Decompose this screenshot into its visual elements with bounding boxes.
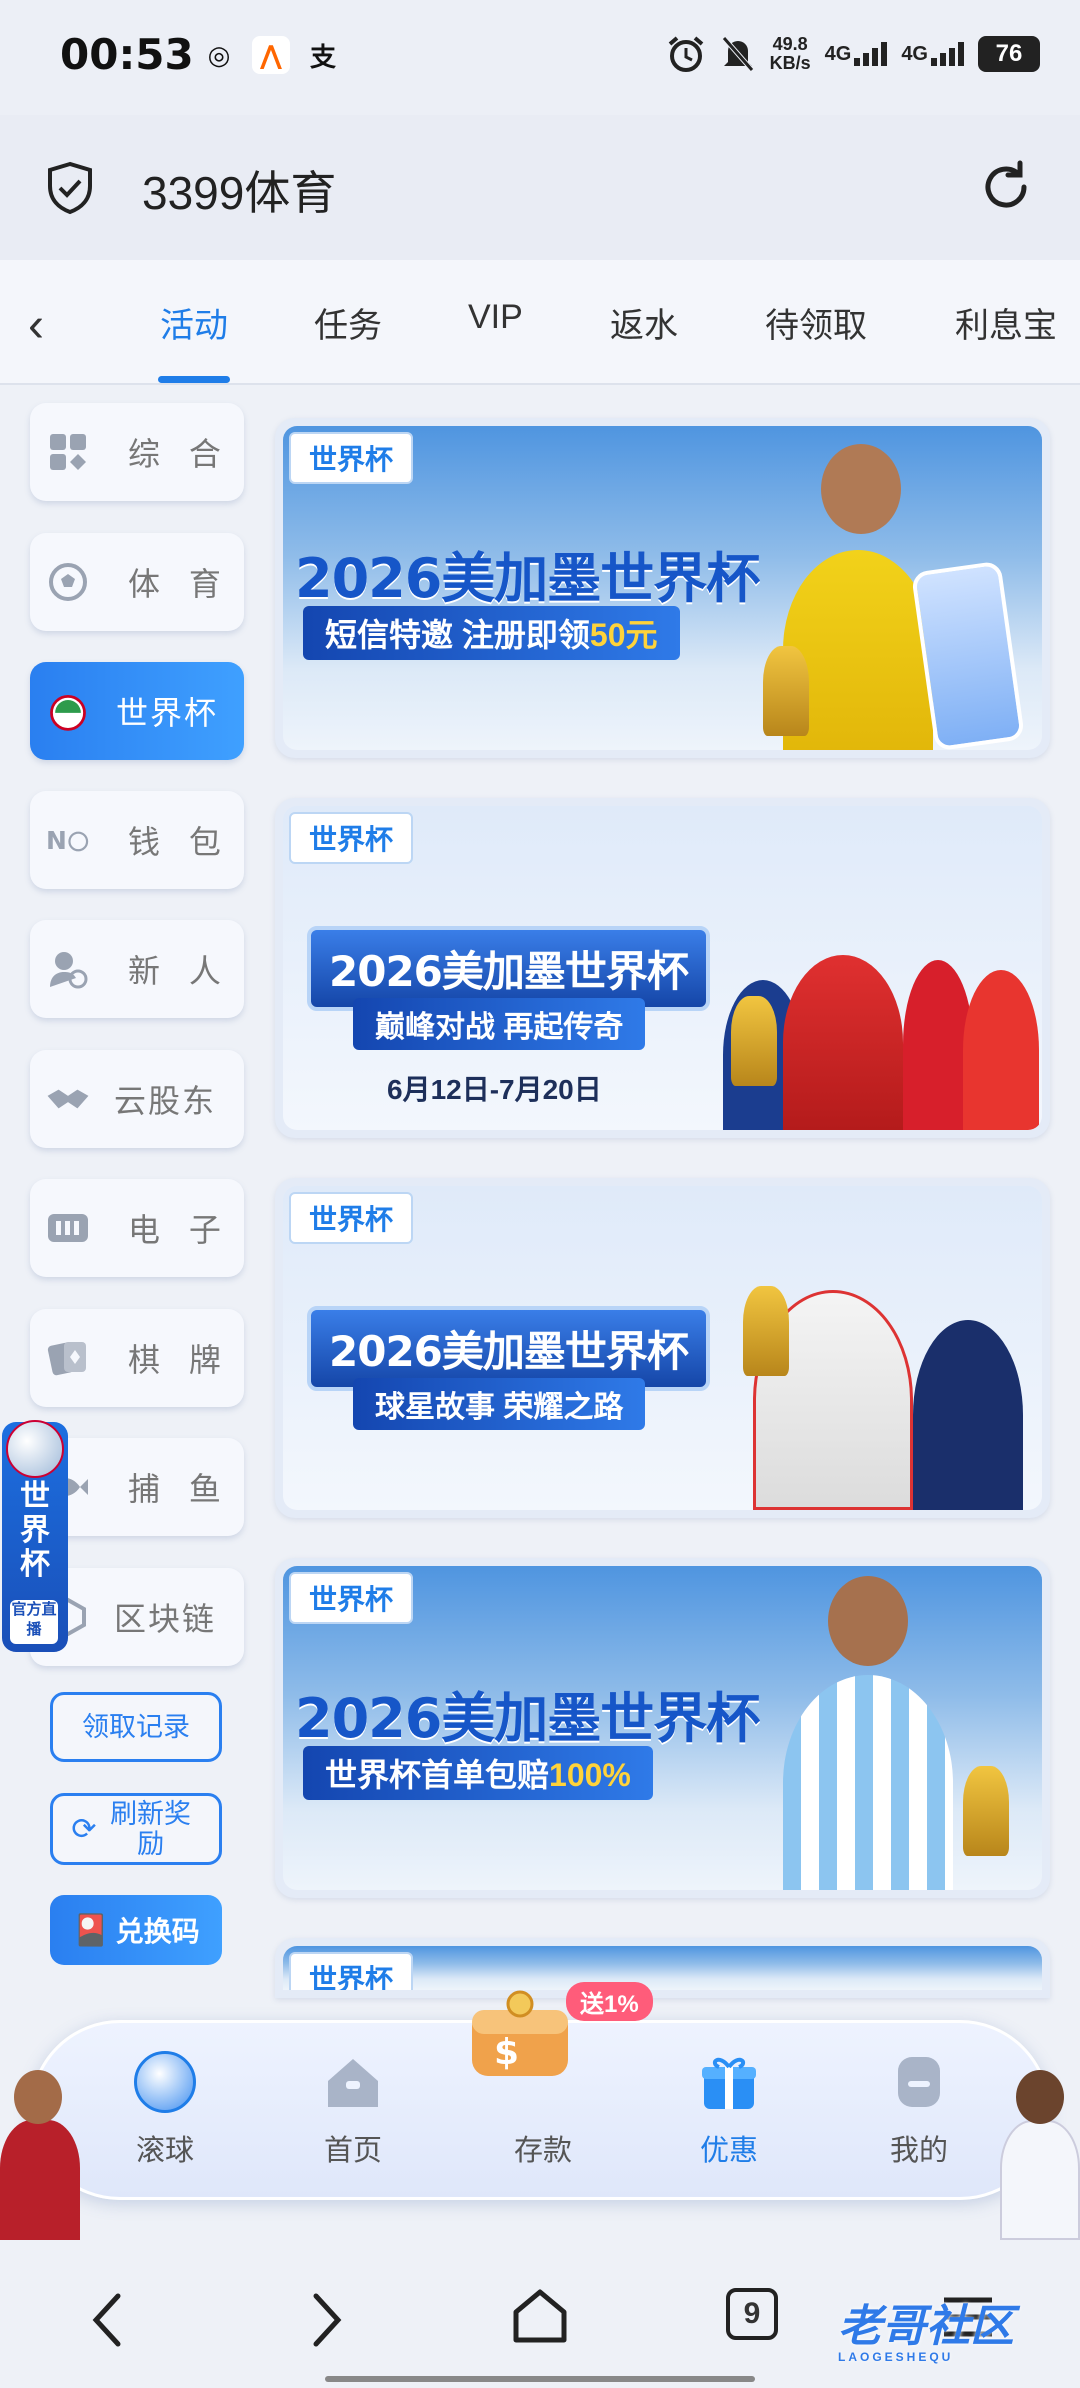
world-cup-icon — [46, 689, 90, 733]
trophy-icon — [763, 646, 809, 736]
notification-icons: ◎ ⋀ 支 — [200, 36, 342, 74]
banner-tag: 世界杯 — [289, 1572, 414, 1624]
home-icon[interactable] — [510, 2286, 570, 2346]
tab-pending[interactable]: 待领取 — [765, 298, 867, 347]
app-header: 3399体育 — [0, 115, 1080, 260]
promo-banner[interactable]: 世界杯 — [275, 1938, 1050, 1998]
app-notification-icon: ⋀ — [252, 36, 290, 74]
player-image — [913, 1320, 1023, 1510]
refresh-icon[interactable] — [976, 157, 1036, 217]
status-bar: 00:53 ◎ ⋀ 支 49.8 KB/s 4G 4G 76 — [0, 0, 1080, 115]
player-image — [783, 955, 903, 1130]
nav-profile[interactable]: 我的 — [849, 2051, 989, 2169]
player-image — [963, 970, 1039, 1130]
trophy-icon — [731, 996, 777, 1086]
wallet-deposit-icon[interactable]: $ — [460, 1990, 580, 2082]
playing-cards-icon — [46, 1336, 90, 1380]
player-image — [992, 2070, 1080, 2240]
mute-bell-icon — [721, 36, 754, 72]
tab-vip[interactable]: VIP — [468, 298, 523, 337]
category-electronic[interactable]: 电 子 — [30, 1179, 244, 1277]
back-icon[interactable] — [88, 2290, 128, 2350]
status-time: 00:53 — [60, 30, 194, 79]
event-date: 6月12日-7月20日 — [387, 1074, 602, 1105]
forward-icon[interactable] — [306, 2290, 346, 2350]
banner-title: 2026美加墨世界杯 — [295, 547, 760, 610]
app-notification-icon: 支 — [309, 41, 336, 72]
promo-banner[interactable]: 世界杯 2026美加墨世界杯 球星故事 荣耀之路 — [275, 1178, 1050, 1518]
gesture-home-bar[interactable] — [325, 2376, 755, 2382]
category-sports[interactable]: 体 育 — [30, 533, 244, 631]
player-image — [828, 1576, 908, 1666]
handshake-icon — [46, 1077, 90, 1121]
profile-icon — [888, 2051, 950, 2113]
category-wallet[interactable]: N 钱 包 — [30, 791, 244, 889]
official-live-tag: 官方直播 — [10, 1600, 58, 1644]
banner-subtitle: 巅峰对战 再起传奇 — [353, 998, 646, 1050]
live-ball-icon — [134, 2051, 196, 2113]
player-image — [0, 2070, 90, 2240]
grid-icon — [46, 430, 90, 474]
watermark-logo: 老哥社区 LAOGESHEQU — [838, 2302, 1014, 2364]
player-image — [783, 1675, 953, 1890]
refresh-icon: ⟳ — [71, 1812, 97, 1846]
category-cloud-shareholder[interactable]: 云股东 — [30, 1050, 244, 1148]
trophy-icon — [963, 1766, 1009, 1856]
new-user-icon — [46, 947, 90, 991]
slot-machine-icon — [46, 1206, 90, 1250]
banner-tag: 世界杯 — [289, 432, 414, 484]
banner-tag: 世界杯 — [289, 812, 414, 864]
refresh-rewards-button[interactable]: ⟳ 刷新奖励 — [50, 1793, 222, 1865]
app-notification-icon: ◎ — [207, 39, 231, 70]
tab-tasks[interactable]: 任务 — [314, 298, 382, 347]
chevron-left-icon[interactable]: ‹ — [28, 298, 68, 352]
battery-icon: 76 — [978, 36, 1040, 72]
wallet-coin-icon: N — [46, 818, 90, 862]
alarm-icon — [668, 36, 703, 72]
banner-subtitle: 短信特邀 注册即领50元 — [303, 606, 680, 660]
gift-cards-icon: 🎴 — [72, 1913, 110, 1947]
tab-activity[interactable]: 活动 — [160, 298, 228, 347]
tab-rebate[interactable]: 返水 — [610, 298, 678, 347]
category-newcomer[interactable]: 新 人 — [30, 920, 244, 1018]
gift-icon — [698, 2051, 760, 2113]
nav-home[interactable]: 首页 — [283, 2051, 423, 2169]
promo-banner[interactable]: 世界杯 2026美加墨世界杯 巅峰对战 再起传奇 6月12日-7月20日 — [275, 798, 1050, 1138]
banner-tag: 世界杯 — [289, 1192, 414, 1244]
banner-title: 2026美加墨世界杯 — [295, 1687, 760, 1750]
category-world-cup[interactable]: 世界杯 — [30, 662, 244, 760]
net-speed: 49.8 KB/s — [769, 34, 811, 73]
nav-live-ball[interactable]: 滚球 — [95, 2051, 235, 2169]
signal-strength-icon: 4G — [901, 42, 964, 66]
banner-subtitle: 世界杯首单包赔100% — [303, 1746, 653, 1800]
promo-banner[interactable]: 世界杯 2026美加墨世界杯 短信特邀 注册即领50元 — [275, 418, 1050, 758]
soccer-ball-icon — [6, 1420, 64, 1478]
tabs-count-icon[interactable]: 9 — [726, 2288, 778, 2340]
page-title: 3399体育 — [142, 167, 337, 219]
category-comprehensive[interactable]: 综 合 — [30, 403, 244, 501]
claim-records-button[interactable]: 领取记录 — [50, 1692, 222, 1762]
redeem-code-button[interactable]: 🎴 兑换码 — [50, 1895, 222, 1965]
nav-promotions[interactable]: 优惠 — [659, 2051, 799, 2169]
banner-tag: 世界杯 — [289, 1952, 414, 1990]
promo-banner[interactable]: 世界杯 2026美加墨世界杯 世界杯首单包赔100% — [275, 1558, 1050, 1898]
deposit-bonus-badge: 送1% — [566, 1982, 653, 2021]
soccer-ball-icon — [46, 560, 90, 604]
tab-bar: ‹ 活动 任务 VIP 返水 待领取 利息宝 — [0, 260, 1080, 385]
active-tab-indicator — [158, 376, 230, 383]
world-cup-live-badge[interactable]: 世界杯 官方直播 — [2, 1420, 68, 1652]
svg-text:N: N — [46, 826, 67, 855]
tab-interest[interactable]: 利息宝 — [955, 298, 1057, 347]
svg-text:$: $ — [494, 2032, 519, 2073]
category-chess-cards[interactable]: 棋 牌 — [30, 1309, 244, 1407]
home-icon — [322, 2051, 384, 2113]
banner-subtitle: 球星故事 荣耀之路 — [353, 1378, 646, 1430]
player-image — [821, 444, 901, 534]
shield-check-icon[interactable] — [42, 160, 98, 216]
trophy-icon — [743, 1286, 789, 1376]
signal-strength-icon: 4G — [825, 42, 888, 66]
